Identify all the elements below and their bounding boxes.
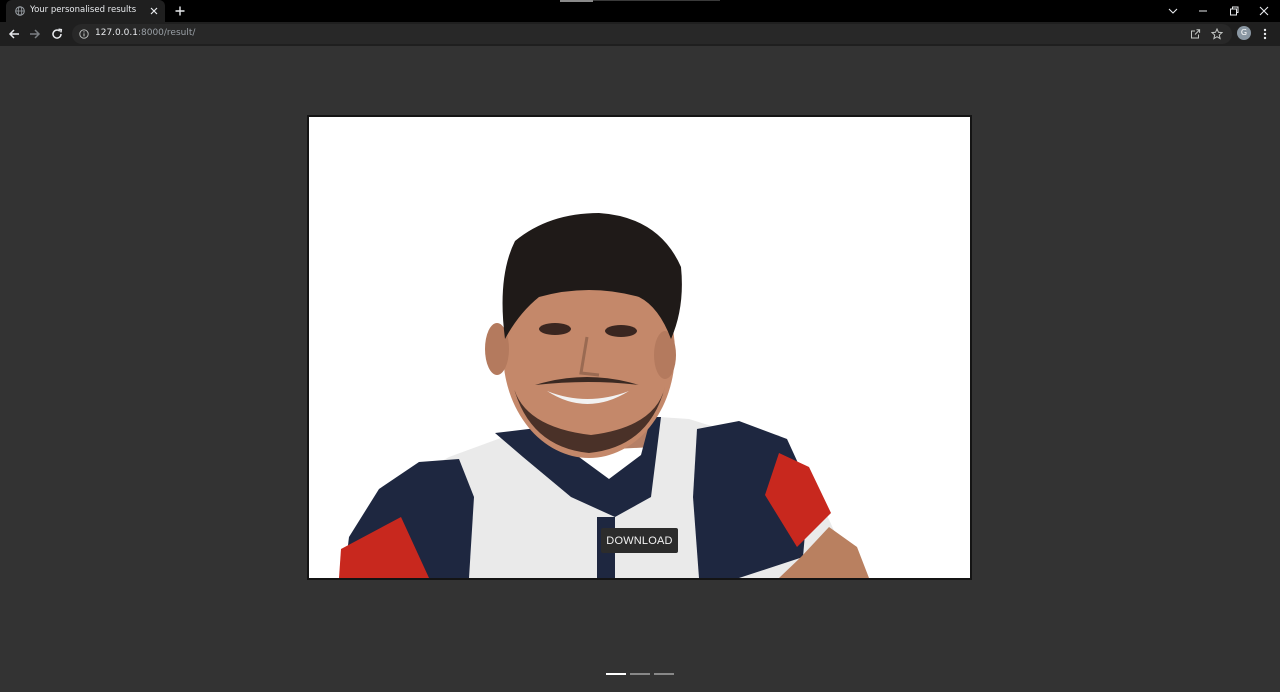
result-page: DOWNLOAD <box>0 46 1280 692</box>
tab-strip-divider <box>593 0 720 1</box>
bookmark-star-icon[interactable] <box>1211 28 1223 40</box>
url-text: 127.0.0.1:8000/result/ <box>95 28 195 38</box>
forward-icon[interactable] <box>28 27 42 41</box>
tab-search-indicator <box>560 0 593 2</box>
site-info-icon[interactable] <box>79 29 89 39</box>
result-carousel-slide <box>307 115 972 580</box>
restore-icon[interactable] <box>1227 4 1241 18</box>
url-host: 127.0.0.1 <box>95 28 138 38</box>
close-window-icon[interactable] <box>1257 4 1271 18</box>
address-bar[interactable]: 127.0.0.1:8000/result/ <box>72 24 1232 44</box>
minimize-icon[interactable] <box>1196 4 1210 18</box>
kebab-menu-icon[interactable] <box>1262 27 1268 41</box>
download-button[interactable]: DOWNLOAD <box>601 528 678 553</box>
tab-title: Your personalised results <box>30 5 137 15</box>
reload-icon[interactable] <box>50 27 64 41</box>
carousel-indicator-3[interactable] <box>654 673 674 675</box>
tab-strip: Your personalised results <box>0 0 1280 22</box>
profile-avatar[interactable]: G <box>1237 26 1251 40</box>
browser-toolbar: 127.0.0.1:8000/result/ G <box>0 22 1280 46</box>
share-icon[interactable] <box>1189 28 1201 40</box>
carousel-indicator-1[interactable] <box>606 673 626 675</box>
globe-icon <box>15 6 25 16</box>
person-cutout-image <box>339 213 869 578</box>
url-path: :8000/result/ <box>137 28 196 38</box>
back-icon[interactable] <box>7 27 21 41</box>
result-photo <box>309 117 970 578</box>
browser-tab[interactable]: Your personalised results <box>6 0 165 22</box>
new-tab-icon[interactable] <box>174 5 186 17</box>
carousel-indicator-2[interactable] <box>630 673 650 675</box>
close-tab-icon[interactable] <box>149 6 159 16</box>
tab-search-chevron-icon[interactable] <box>1166 4 1180 18</box>
